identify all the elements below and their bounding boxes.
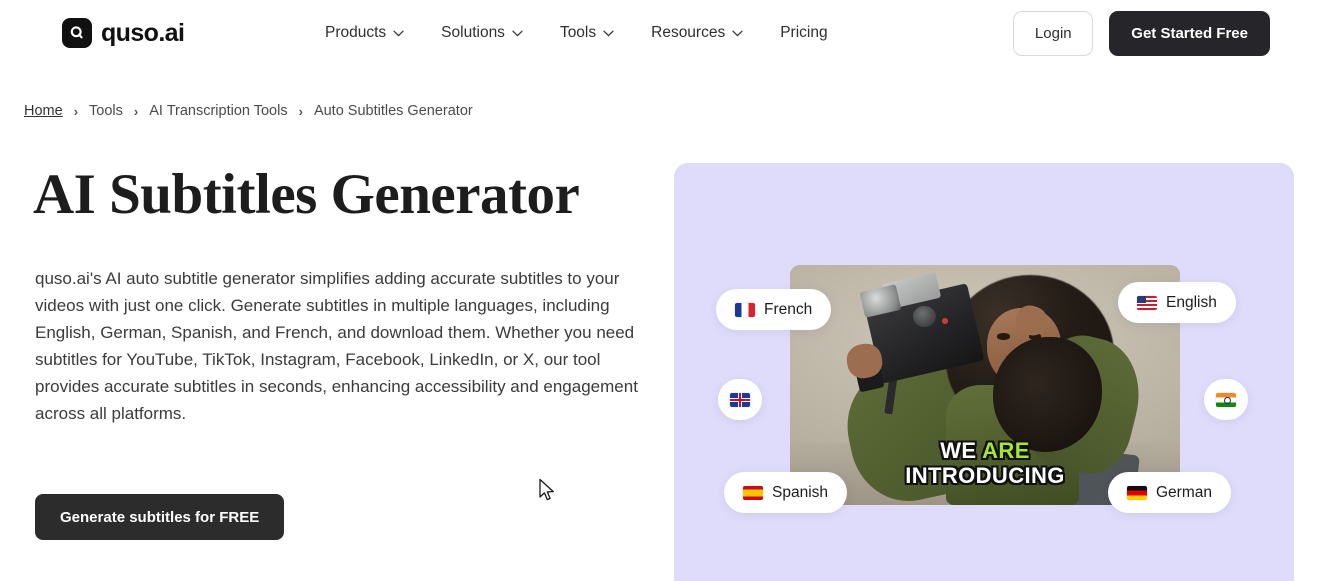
language-pill-united-kingdom[interactable]: [718, 379, 762, 420]
flag-france-icon: [735, 302, 755, 317]
mouse-cursor-icon: [539, 478, 554, 501]
nav-item-solutions[interactable]: Solutions: [441, 20, 523, 46]
language-pill-german[interactable]: German: [1108, 472, 1231, 513]
nav-item-tools[interactable]: Tools: [560, 20, 614, 46]
caption-text-we: WE: [940, 438, 983, 463]
nav-label: Products: [325, 24, 387, 41]
brand-logo-link[interactable]: quso.ai: [62, 18, 185, 48]
nav-label: Resources: [651, 24, 726, 41]
language-pill-label: English: [1166, 293, 1217, 311]
page-root: quso.ai Products Solutions Tools Resourc…: [0, 0, 1324, 581]
hero-visual-panel: WE ARE INTRODUCING French English Spanis…: [674, 163, 1294, 581]
breadcrumb: Home › Tools › AI Transcription Tools › …: [24, 103, 473, 119]
breadcrumb-item-tools[interactable]: Tools: [89, 103, 123, 119]
nav-label: Pricing: [780, 24, 828, 41]
nav-label: Tools: [559, 24, 597, 41]
site-header: quso.ai Products Solutions Tools Resourc…: [0, 0, 1324, 68]
breadcrumb-separator-icon: ›: [298, 103, 303, 119]
breadcrumb-item-ai-transcription-tools[interactable]: AI Transcription Tools: [149, 103, 287, 119]
language-pill-label: French: [764, 300, 813, 318]
chevron-down-icon: [393, 30, 404, 37]
language-pill-french[interactable]: French: [716, 289, 832, 330]
chevron-down-icon: [732, 30, 743, 37]
chevron-down-icon: [603, 30, 614, 37]
get-started-free-button[interactable]: Get Started Free: [1109, 11, 1270, 56]
breadcrumb-item-home[interactable]: Home: [24, 103, 63, 119]
language-pill-label: Spanish: [772, 483, 829, 501]
quso-logo-icon: [62, 18, 92, 48]
flag-spain-icon: [743, 485, 763, 500]
login-button[interactable]: Login: [1013, 11, 1094, 56]
language-pill-english[interactable]: English: [1118, 282, 1236, 323]
header-actions: Login Get Started Free: [1013, 11, 1270, 56]
main-navigation: Products Solutions Tools Resources Prici…: [325, 20, 828, 46]
language-pill-spanish[interactable]: Spanish: [724, 472, 848, 513]
caption-line-1: WE ARE: [790, 438, 1180, 463]
flag-india-icon: [1216, 392, 1236, 407]
breadcrumb-item-current: Auto Subtitles Generator: [313, 103, 473, 119]
nav-item-products[interactable]: Products: [325, 20, 404, 46]
hero-description: quso.ai's AI auto subtitle generator sim…: [35, 269, 638, 423]
nav-label: Solutions: [441, 24, 505, 41]
flag-united-kingdom-icon: [730, 392, 750, 407]
page-title: AI Subtitles Generator: [33, 163, 580, 226]
chevron-down-icon: [512, 30, 523, 37]
language-pill-india[interactable]: [1204, 379, 1248, 420]
generate-subtitles-button[interactable]: Generate subtitles for FREE: [35, 494, 285, 540]
breadcrumb-separator-icon: ›: [133, 103, 139, 119]
breadcrumb-separator-icon: ›: [73, 103, 79, 119]
nav-item-pricing[interactable]: Pricing: [780, 20, 827, 46]
caption-text-are: ARE: [982, 438, 1030, 463]
language-pill-label: German: [1156, 483, 1212, 501]
nav-item-resources[interactable]: Resources: [651, 20, 743, 46]
flag-united-states-icon: [1137, 295, 1157, 310]
brand-name: quso.ai: [101, 18, 185, 47]
flag-germany-icon: [1127, 485, 1147, 500]
